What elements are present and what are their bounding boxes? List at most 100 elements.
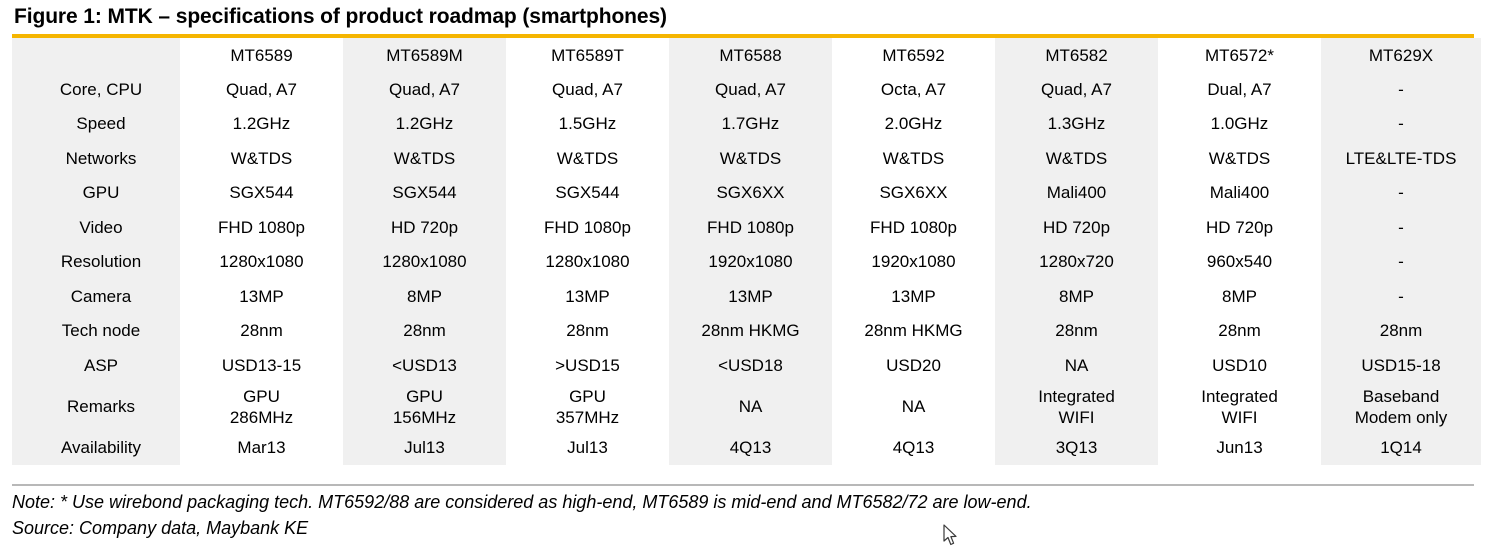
cell-mt6572-remarks: Integrated WIFI [1158, 382, 1321, 431]
cell-mt6589m-core-cpu: Quad, A7 [343, 72, 506, 107]
cell-mt6592-gpu: SGX6XX [832, 175, 995, 210]
cell-mt6589m-gpu: SGX544 [343, 175, 506, 210]
cell-mt629x-speed: - [1321, 106, 1481, 141]
table-row: Remarks GPU 286MHz GPU 156MHz GPU 357MHz NA NA In… [12, 382, 1481, 431]
cell-mt6582-resolution: 1280x720 [995, 244, 1158, 279]
cell-mt6592-availability: 4Q13 [832, 430, 995, 465]
cell-mt6588-asp: <USD18 [669, 348, 832, 383]
cell-mt6572-camera: 8MP [1158, 279, 1321, 314]
cell-mt6588-video: FHD 1080p [669, 210, 832, 245]
cell-mt6582-networks: W&TDS [995, 141, 1158, 176]
cell-mt6589m-asp: <USD13 [343, 348, 506, 383]
cell-mt6592-core-cpu: Octa, A7 [832, 72, 995, 107]
row-label-video: Video [12, 210, 180, 245]
column-header-mt6588: MT6588 [669, 38, 832, 72]
cell-mt6589-camera: 13MP [180, 279, 343, 314]
cell-mt629x-networks: LTE&LTE-TDS [1321, 141, 1481, 176]
column-header-mt6582: MT6582 [995, 38, 1158, 72]
cell-mt6589m-remarks: GPU 156MHz [343, 382, 506, 431]
column-header-mt629x: MT629X [1321, 38, 1481, 72]
cell-mt6582-core-cpu: Quad, A7 [995, 72, 1158, 107]
cell-mt629x-tech-node: 28nm [1321, 313, 1481, 348]
table-row: Resolution 1280x1080 1280x1080 1280x1080 192… [12, 244, 1481, 279]
table-row: Speed 1.2GHz 1.2GHz 1.5GHz 1.7GHz 2.0GHz 1.3GH… [12, 106, 1481, 141]
cell-mt629x-remarks: Baseband Modem only [1321, 382, 1481, 431]
table-row: Tech node 28nm 28nm 28nm 28nm HKMG 28nm HKMG 2… [12, 313, 1481, 348]
figure-note: Note: * Use wirebond packaging tech. MT6… [12, 492, 1032, 512]
mouse-cursor-icon [943, 524, 957, 546]
cell-line: WIFI [1058, 407, 1095, 427]
table-row: Video FHD 1080p HD 720p FHD 1080p FHD 1080p F… [12, 210, 1481, 245]
cell-mt6582-video: HD 720p [995, 210, 1158, 245]
cell-mt6589t-speed: 1.5GHz [506, 106, 669, 141]
cell-mt6582-tech-node: 28nm [995, 313, 1158, 348]
row-label-gpu: GPU [12, 175, 180, 210]
row-label-tech-node: Tech node [12, 313, 180, 348]
column-header-mt6572: MT6572* [1158, 38, 1321, 72]
row-label-asp: ASP [12, 348, 180, 383]
row-label-availability: Availability [12, 430, 180, 465]
cell-line: Baseband [1362, 386, 1440, 406]
cell-line: 286MHz [229, 407, 294, 427]
cell-mt6582-gpu: Mali400 [995, 175, 1158, 210]
cell-line: Modem only [1354, 407, 1448, 427]
cell-mt6588-remarks: NA [669, 382, 832, 431]
table-row: Availability Mar13 Jul13 Jul13 4Q13 4Q13 3Q13 J… [12, 430, 1481, 465]
column-header-mt6589m: MT6589M [343, 38, 506, 72]
cell-mt6589t-core-cpu: Quad, A7 [506, 72, 669, 107]
cell-mt629x-gpu: - [1321, 175, 1481, 210]
row-label-speed: Speed [12, 106, 180, 141]
cell-line: Integrated [1038, 386, 1115, 406]
row-label-camera: Camera [12, 279, 180, 314]
row-label-remarks: Remarks [12, 382, 180, 431]
cell-mt6582-remarks: Integrated WIFI [995, 382, 1158, 431]
cell-line: 357MHz [555, 407, 620, 427]
cell-mt6592-resolution: 1920x1080 [832, 244, 995, 279]
cell-mt6589-networks: W&TDS [180, 141, 343, 176]
row-label-networks: Networks [12, 141, 180, 176]
cell-mt6589t-asp: >USD15 [506, 348, 669, 383]
cell-mt6588-availability: 4Q13 [669, 430, 832, 465]
cell-mt6589t-tech-node: 28nm [506, 313, 669, 348]
cell-mt6588-gpu: SGX6XX [669, 175, 832, 210]
cell-mt6582-speed: 1.3GHz [995, 106, 1158, 141]
cell-line: Integrated [1201, 386, 1278, 406]
cell-mt6588-camera: 13MP [669, 279, 832, 314]
cell-mt6589-core-cpu: Quad, A7 [180, 72, 343, 107]
cell-mt6592-remarks: NA [832, 382, 995, 431]
column-header-mt6592: MT6592 [832, 38, 995, 72]
header-corner-cell [12, 38, 180, 72]
cell-mt6592-speed: 2.0GHz [832, 106, 995, 141]
cell-mt6589t-networks: W&TDS [506, 141, 669, 176]
cell-mt6572-video: HD 720p [1158, 210, 1321, 245]
cell-mt629x-resolution: - [1321, 244, 1481, 279]
cell-mt6589t-remarks: GPU 357MHz [506, 382, 669, 431]
cell-mt6589-speed: 1.2GHz [180, 106, 343, 141]
cell-mt6589t-resolution: 1280x1080 [506, 244, 669, 279]
cell-mt6588-networks: W&TDS [669, 141, 832, 176]
cell-line: GPU [406, 386, 443, 406]
cell-mt629x-video: - [1321, 210, 1481, 245]
cell-mt6589t-video: FHD 1080p [506, 210, 669, 245]
cell-mt6572-networks: W&TDS [1158, 141, 1321, 176]
cell-mt6589t-camera: 13MP [506, 279, 669, 314]
cell-mt6588-tech-node: 28nm HKMG [669, 313, 832, 348]
cell-mt6589m-resolution: 1280x1080 [343, 244, 506, 279]
row-label-core-cpu: Core, CPU [12, 72, 180, 107]
cell-line: WIFI [1221, 407, 1258, 427]
figure-title: Figure 1: MTK – specifications of produc… [14, 5, 667, 28]
cell-mt6589t-availability: Jul13 [506, 430, 669, 465]
cell-mt6589m-camera: 8MP [343, 279, 506, 314]
table-row: Camera 13MP 8MP 13MP 13MP 13MP 8MP 8MP - [12, 279, 1481, 314]
cell-mt6589-video: FHD 1080p [180, 210, 343, 245]
cell-mt6572-resolution: 960x540 [1158, 244, 1321, 279]
cell-mt6589-availability: Mar13 [180, 430, 343, 465]
cell-mt6589m-availability: Jul13 [343, 430, 506, 465]
cell-mt6589-asp: USD13-15 [180, 348, 343, 383]
cell-mt6589m-tech-node: 28nm [343, 313, 506, 348]
column-header-mt6589: MT6589 [180, 38, 343, 72]
cell-mt6589m-networks: W&TDS [343, 141, 506, 176]
cell-mt629x-camera: - [1321, 279, 1481, 314]
cell-mt6592-video: FHD 1080p [832, 210, 995, 245]
cell-mt6572-gpu: Mali400 [1158, 175, 1321, 210]
